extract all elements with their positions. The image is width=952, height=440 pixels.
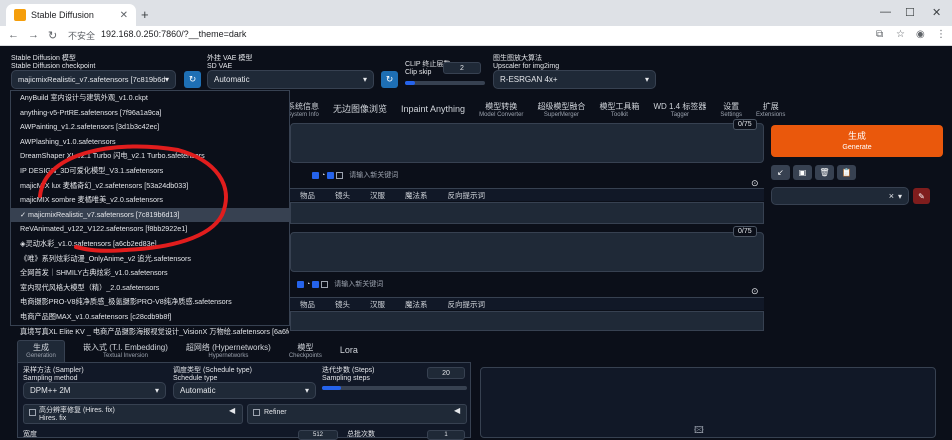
collapse-arrow-icon[interactable]: ◀ [454, 406, 460, 415]
refiner-label: Refiner [264, 409, 287, 416]
output-gallery [480, 367, 936, 438]
tab-lora[interactable]: Lora [340, 344, 358, 360]
hires-label: 高分辨率修复 (Hires. fix) Hires. fix [39, 407, 115, 422]
sampler-label: 采样方法 (Sampler) Sampling method [23, 367, 84, 382]
steps-input[interactable]: 20 [427, 367, 465, 379]
collapse-arrow-icon[interactable]: ◀ [229, 406, 235, 415]
hires-checkbox[interactable] [29, 409, 36, 416]
steps-label: 迭代步数 (Steps) Sampling steps [322, 367, 375, 382]
generation-tab-bar: 生成 Generation 嵌入式 (T.I. Embedding) Textual… [17, 344, 358, 360]
tab-hypernetworks[interactable]: 超网络 (Hypernetworks) Hypernetworks [186, 344, 271, 360]
chevron-down-icon: ▾ [304, 386, 309, 395]
tab-textual-inversion[interactable]: 嵌入式 (T.I. Embedding) Textual Inversion [83, 344, 168, 360]
tab-generation[interactable]: 生成 Generation [17, 344, 65, 360]
batch-input[interactable]: 1 [427, 430, 465, 440]
steps-slider[interactable] [322, 386, 467, 390]
refiner-checkbox[interactable] [253, 409, 260, 416]
width-input[interactable]: 512 [298, 430, 338, 440]
chevron-down-icon: ▾ [154, 386, 159, 395]
sampler-select[interactable]: DPM++ 2M ▾ [23, 382, 166, 399]
schedule-label: 调度类型 (Schedule type) Schedule type [173, 367, 252, 382]
image-placeholder-icon: 🖾 [694, 425, 704, 435]
schedule-select[interactable]: Automatic ▾ [173, 382, 316, 399]
tab-checkpoints[interactable]: 模型 Checkpoints [289, 344, 322, 360]
